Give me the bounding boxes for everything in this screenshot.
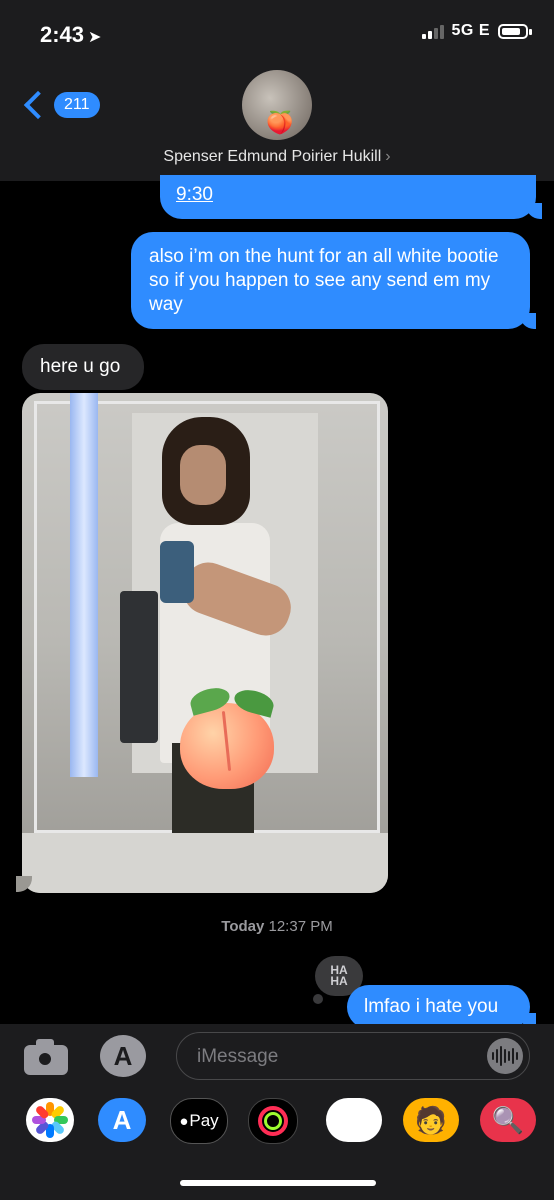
- peach-sticker-icon: [180, 684, 280, 789]
- globe-search-icon: 🔍: [491, 1104, 525, 1135]
- apple-icon: ●: [179, 1112, 189, 1130]
- time-link[interactable]: 9:30: [176, 183, 213, 207]
- unread-count-badge: 211: [54, 92, 100, 118]
- mirror-light: [70, 393, 98, 777]
- back-button[interactable]: 211: [22, 90, 100, 120]
- person-face: [180, 445, 226, 505]
- contact-name-button[interactable]: Spenser Edmund Poirier Hukill ›: [0, 148, 554, 166]
- apps-button[interactable]: A: [100, 1035, 146, 1077]
- heart-eyes-memoji-icon: 😍: [340, 1104, 368, 1135]
- message-input[interactable]: [195, 1043, 479, 1071]
- network-type: 5G E: [451, 22, 490, 39]
- status-indicators: 5G E: [421, 22, 532, 40]
- message-text: also i’m on the hunt for an all white bo…: [149, 246, 499, 315]
- contact-avatar[interactable]: 🍑: [242, 70, 312, 140]
- location-arrow-icon: ➤: [88, 29, 102, 46]
- animoji-button[interactable]: 🧑: [403, 1098, 459, 1142]
- camera-button[interactable]: [22, 1037, 70, 1077]
- towel: [120, 591, 158, 743]
- app-store-icon: A: [112, 1104, 132, 1135]
- message-bubble-sent[interactable]: lmfao i hate you: [347, 985, 536, 1029]
- message-bubble-received[interactable]: here u go: [22, 344, 144, 390]
- chevron-left-icon: [23, 90, 53, 120]
- contact-name: Spenser Edmund Poirier Hukill: [163, 148, 382, 165]
- phone-in-hand: [160, 541, 194, 603]
- message-field[interactable]: [176, 1032, 530, 1080]
- message-bubble-sent[interactable]: also i’m on the hunt for an all white bo…: [131, 232, 536, 329]
- message-text: lmfao i hate you: [364, 996, 499, 1017]
- activity-app-button[interactable]: [248, 1098, 298, 1144]
- memoji-stickers-button[interactable]: 😍: [326, 1098, 382, 1142]
- signal-icon: [421, 23, 444, 39]
- sink-counter: [22, 833, 388, 893]
- memoji-icon: 🧑: [414, 1104, 448, 1135]
- photos-icon: [26, 1098, 74, 1142]
- message-text: here u go: [40, 356, 121, 377]
- message-timestamp: Today 12:37 PM: [221, 918, 333, 935]
- message-bubble-sent[interactable]: 9:30: [160, 175, 542, 219]
- conversation-header: 2:43 ➤ 5G E 211 🍑 Spenser Edmund Poirier …: [0, 0, 554, 181]
- battery-icon: [498, 23, 532, 39]
- images-search-app-button[interactable]: 🔍: [480, 1098, 536, 1142]
- app-store-icon: A: [113, 1040, 133, 1071]
- apple-pay-button[interactable]: ● Pay: [170, 1098, 228, 1144]
- apple-pay-label: Pay: [189, 1111, 219, 1130]
- home-indicator[interactable]: [180, 1180, 376, 1186]
- photos-app-button[interactable]: [26, 1098, 74, 1142]
- camera-icon-lens: [36, 1050, 54, 1068]
- peach-icon: 🍑: [266, 110, 294, 135]
- chevron-right-icon: ›: [385, 148, 391, 165]
- image-attachment[interactable]: [22, 393, 388, 893]
- activity-rings-icon: [258, 1106, 288, 1136]
- status-time: 2:43 ➤: [40, 22, 102, 47]
- audio-message-button[interactable]: [487, 1038, 523, 1074]
- app-store-app-button[interactable]: A: [98, 1098, 146, 1142]
